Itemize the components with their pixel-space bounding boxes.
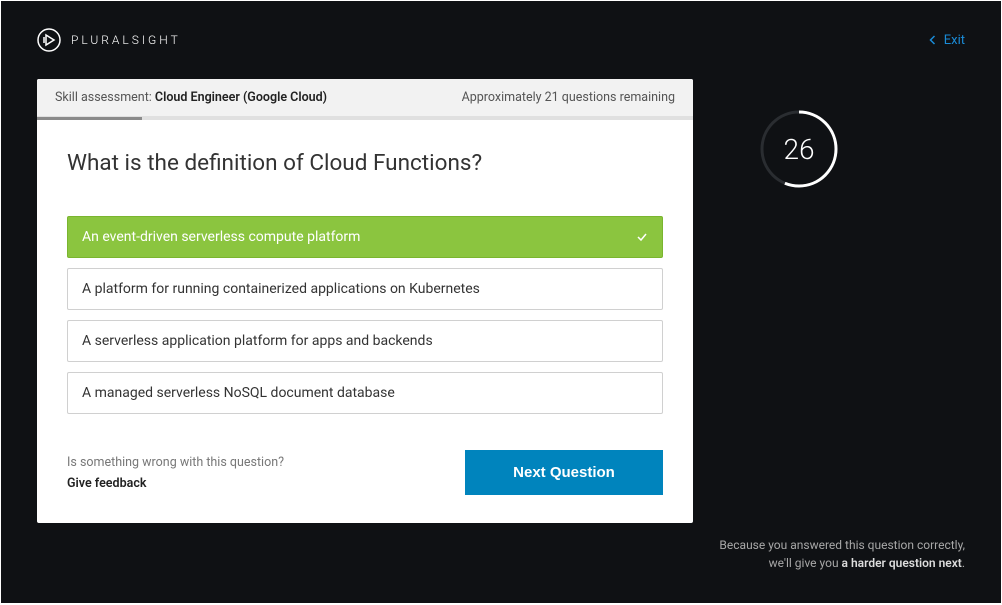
answer-option[interactable]: A managed serverless NoSQL document data… [67,372,663,414]
feedback-link[interactable]: Give feedback [67,476,284,491]
result-message: Because you answered this question corre… [719,536,965,572]
answer-option[interactable]: A serverless application platform for ap… [67,320,663,362]
assessment-label-prefix: Skill assessment: [55,90,155,105]
option-text: A serverless application platform for ap… [82,333,433,349]
option-text: A platform for running containerized app… [82,281,480,297]
option-text: An event-driven serverless compute platf… [82,229,360,245]
timer: 26 [759,109,839,189]
chevron-left-icon [928,35,938,45]
main-layout: Skill assessment: Cloud Engineer (Google… [1,79,1001,523]
result-line-2: we'll give you a harder question next. [719,554,965,572]
progress-fill [37,117,142,120]
card-footer: Is something wrong with this question? G… [67,450,663,495]
timer-value: 26 [759,109,839,189]
progress-bar [37,117,693,120]
pluralsight-logo-icon [37,28,61,52]
assessment-title: Skill assessment: Cloud Engineer (Google… [55,90,327,105]
brand-logo[interactable]: PLURALSIGHT [37,28,181,52]
feedback-prompt: Is something wrong with this question? [67,455,284,470]
check-icon [636,231,648,243]
options-list: An event-driven serverless compute platf… [67,216,663,414]
option-text: A managed serverless NoSQL document data… [82,385,395,401]
card-body: What is the definition of Cloud Function… [37,120,693,523]
assessment-name: Cloud Engineer (Google Cloud) [155,90,327,105]
timer-panel: 26 [759,109,839,189]
feedback-block: Is something wrong with this question? G… [67,455,284,491]
remaining-count: Approximately 21 questions remaining [462,90,675,105]
header: PLURALSIGHT Exit [1,1,1001,79]
question-text: What is the definition of Cloud Function… [67,150,663,176]
result-line-1: Because you answered this question corre… [719,536,965,554]
next-question-button[interactable]: Next Question [465,450,663,495]
question-card: Skill assessment: Cloud Engineer (Google… [37,79,693,523]
answer-option[interactable]: A platform for running containerized app… [67,268,663,310]
exit-label: Exit [944,33,965,48]
card-header: Skill assessment: Cloud Engineer (Google… [37,79,693,117]
exit-button[interactable]: Exit [928,33,965,48]
brand-name: PLURALSIGHT [71,33,181,47]
app-container: PLURALSIGHT Exit Skill assessment: Cloud… [1,1,1001,603]
answer-option[interactable]: An event-driven serverless compute platf… [67,216,663,258]
